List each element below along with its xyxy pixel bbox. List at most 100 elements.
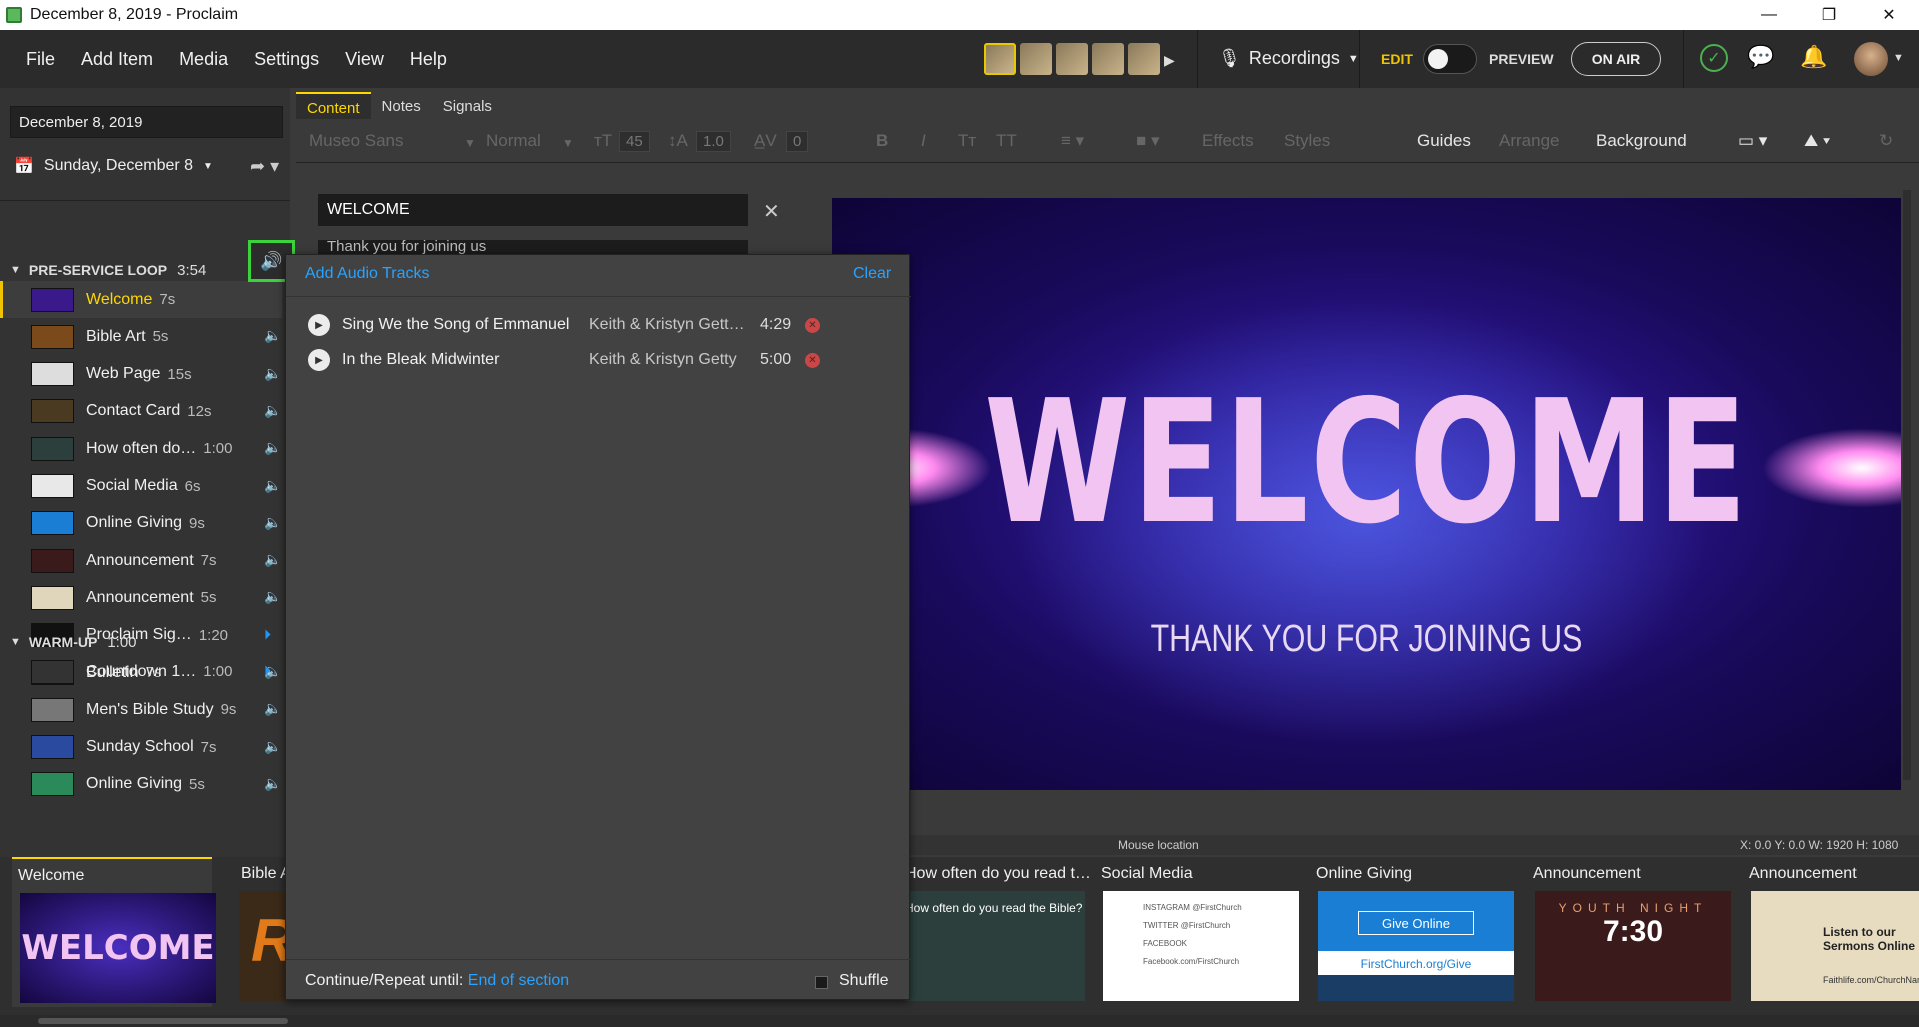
align-icon[interactable]: ≡ ▾: [1061, 131, 1084, 151]
effects-dropdown[interactable]: Effects: [1202, 131, 1254, 151]
avatar[interactable]: [1092, 43, 1124, 75]
collapse-triangle-icon[interactable]: ▼: [10, 636, 21, 648]
avatar[interactable]: [984, 43, 1016, 75]
service-item[interactable]: Announcement 5s 🔈: [0, 579, 282, 616]
background-dropdown[interactable]: Background: [1596, 131, 1687, 151]
canvas-scrollbar[interactable]: [1903, 190, 1911, 780]
edit-preview-toggle[interactable]: [1423, 44, 1477, 74]
play-arrow-icon[interactable]: ▶: [1164, 52, 1175, 69]
on-air-button[interactable]: ON AIR: [1571, 42, 1661, 76]
small-caps-button[interactable]: Tт: [958, 131, 976, 151]
menu-view[interactable]: View: [345, 49, 384, 70]
scrollbar-thumb[interactable]: [38, 1018, 288, 1024]
filmstrip-item[interactable]: Announcement Listen to our Sermons Onlin…: [1743, 857, 1919, 1007]
audio-track-row[interactable]: ▶ Sing We the Song of Emmanuel Keith & K…: [308, 310, 898, 340]
close-icon[interactable]: ✕: [763, 199, 780, 224]
font-size-field[interactable]: 45: [619, 131, 650, 152]
menu-add-item[interactable]: Add Item: [81, 49, 153, 70]
filmstrip-item[interactable]: How often do you read t… How often do yo…: [905, 857, 1100, 1007]
speaker-icon[interactable]: 🔈: [264, 365, 281, 382]
all-caps-button[interactable]: TT: [996, 131, 1017, 151]
filmstrip-item[interactable]: Online Giving Give Online FirstChurch.or…: [1310, 857, 1514, 1007]
menu-help[interactable]: Help: [410, 49, 447, 70]
italic-button[interactable]: I: [921, 131, 926, 151]
service-item[interactable]: Contact Card 12s 🔈: [0, 393, 282, 430]
service-item[interactable]: Bible Art 5s 🔈: [0, 318, 282, 355]
rotate-icon[interactable]: ↻: [1879, 131, 1893, 151]
tab-notes[interactable]: Notes: [371, 92, 432, 119]
share-icon[interactable]: ➦ ▾: [250, 156, 279, 177]
menu-settings[interactable]: Settings: [254, 49, 319, 70]
font-family-select[interactable]: Museo Sans: [309, 131, 404, 151]
menu-media[interactable]: Media: [179, 49, 228, 70]
service-item[interactable]: How often do… 1:00 🔈: [0, 430, 282, 467]
shuffle-checkbox[interactable]: [815, 976, 828, 989]
service-item[interactable]: Web Page 15s 🔈: [0, 356, 282, 393]
tab-content[interactable]: Content: [296, 92, 371, 119]
minimize-button[interactable]: —: [1739, 0, 1799, 30]
remove-icon[interactable]: ✕: [805, 317, 820, 333]
speaker-icon[interactable]: 🔈: [264, 700, 281, 717]
filmstrip-item[interactable]: Welcome WELCOME: [12, 857, 216, 1007]
remove-icon[interactable]: ✕: [805, 352, 820, 368]
collapse-triangle-icon[interactable]: ▼: [10, 264, 21, 276]
image-icon[interactable]: ⛰ ▾: [1804, 131, 1830, 151]
check-circle-icon[interactable]: ✓: [1700, 44, 1728, 72]
add-audio-tracks-link[interactable]: Add Audio Tracks: [305, 265, 430, 283]
service-item[interactable]: Welcome 7s: [0, 281, 282, 318]
service-item[interactable]: Sunday School 7s 🔈: [0, 729, 282, 766]
bell-icon[interactable]: 🔔: [1800, 44, 1827, 70]
text-box-icon[interactable]: ▭ ▾: [1738, 131, 1767, 151]
slide-subtitle[interactable]: THANK YOU FOR JOINING US: [939, 618, 1794, 661]
menu-file[interactable]: File: [26, 49, 55, 70]
chat-icon[interactable]: 💬: [1747, 44, 1774, 70]
speaker-icon[interactable]: 🔈: [264, 402, 281, 419]
speaker-icon[interactable]: 🔈: [264, 588, 281, 605]
tab-signals[interactable]: Signals: [432, 92, 503, 119]
speaker-icon[interactable]: 🔈: [264, 477, 281, 494]
slide-headline[interactable]: WELCOME: [950, 378, 1784, 548]
service-item[interactable]: Online Giving 9s 🔈: [0, 505, 282, 542]
audio-track-row[interactable]: ▶ In the Bleak Midwinter Keith & Kristyn…: [308, 345, 898, 375]
collaborator-avatars[interactable]: [984, 43, 1160, 75]
speaker-icon[interactable]: 🔈: [264, 514, 281, 531]
chevron-down-icon[interactable]: ▼: [1893, 52, 1904, 64]
filmstrip-item[interactable]: Announcement YOUTH NIGHT 7:30: [1527, 857, 1731, 1007]
filmstrip-item[interactable]: Bible Art R: [235, 857, 285, 1007]
service-item[interactable]: Men's Bible Study 9s 🔈: [0, 691, 282, 728]
service-item[interactable]: Social Media 6s 🔈: [0, 468, 282, 505]
speaker-icon[interactable]: 🔈: [264, 738, 281, 755]
filmstrip-scrollbar[interactable]: [0, 1015, 1919, 1027]
service-date-field[interactable]: December 8, 2019: [10, 106, 283, 138]
font-weight-select[interactable]: Normal: [486, 131, 541, 151]
service-selector[interactable]: 📅 Sunday, December 8 ▼: [14, 156, 213, 176]
avatar[interactable]: [1056, 43, 1088, 75]
service-item[interactable]: Countdown 1… 1:00 ⏵: [0, 653, 282, 690]
recordings-dropdown[interactable]: 🎙 Recordings ▼: [1218, 48, 1359, 69]
content-text-field[interactable]: Thank you for joining us: [318, 240, 748, 254]
avatar[interactable]: [1020, 43, 1052, 75]
play-icon[interactable]: ▶: [308, 314, 330, 336]
styles-dropdown[interactable]: Styles: [1284, 131, 1330, 151]
speaker-icon[interactable]: 🔈: [264, 551, 281, 568]
maximize-button[interactable]: ❐: [1799, 0, 1859, 30]
speaker-icon[interactable]: 🔈: [264, 327, 281, 344]
speaker-icon[interactable]: ⏵: [264, 662, 271, 679]
service-item[interactable]: Announcement 7s 🔈: [0, 542, 282, 579]
slide-preview-canvas[interactable]: WELCOME THANK YOU FOR JOINING US: [832, 198, 1901, 790]
avatar[interactable]: [1128, 43, 1160, 75]
filmstrip-item[interactable]: Social Media INSTAGRAM @FirstChurch TWIT…: [1095, 857, 1299, 1007]
continue-until-link[interactable]: End of section: [468, 972, 569, 989]
service-item[interactable]: Online Giving 5s 🔈: [0, 766, 282, 803]
speaker-icon[interactable]: 🔈: [264, 439, 281, 456]
close-window-button[interactable]: ✕: [1859, 0, 1919, 30]
line-spacing-field[interactable]: 1.0: [696, 131, 731, 152]
bold-button[interactable]: B: [876, 131, 888, 151]
color-swatch-icon[interactable]: ■ ▾: [1136, 131, 1160, 151]
clear-tracks-link[interactable]: Clear: [853, 265, 891, 283]
arrange-dropdown[interactable]: Arrange: [1499, 131, 1559, 151]
guides-dropdown[interactable]: Guides: [1417, 131, 1471, 151]
play-icon[interactable]: ▶: [308, 349, 330, 371]
speaker-icon[interactable]: 🔈: [264, 775, 281, 792]
char-spacing-field[interactable]: 0: [786, 131, 809, 152]
